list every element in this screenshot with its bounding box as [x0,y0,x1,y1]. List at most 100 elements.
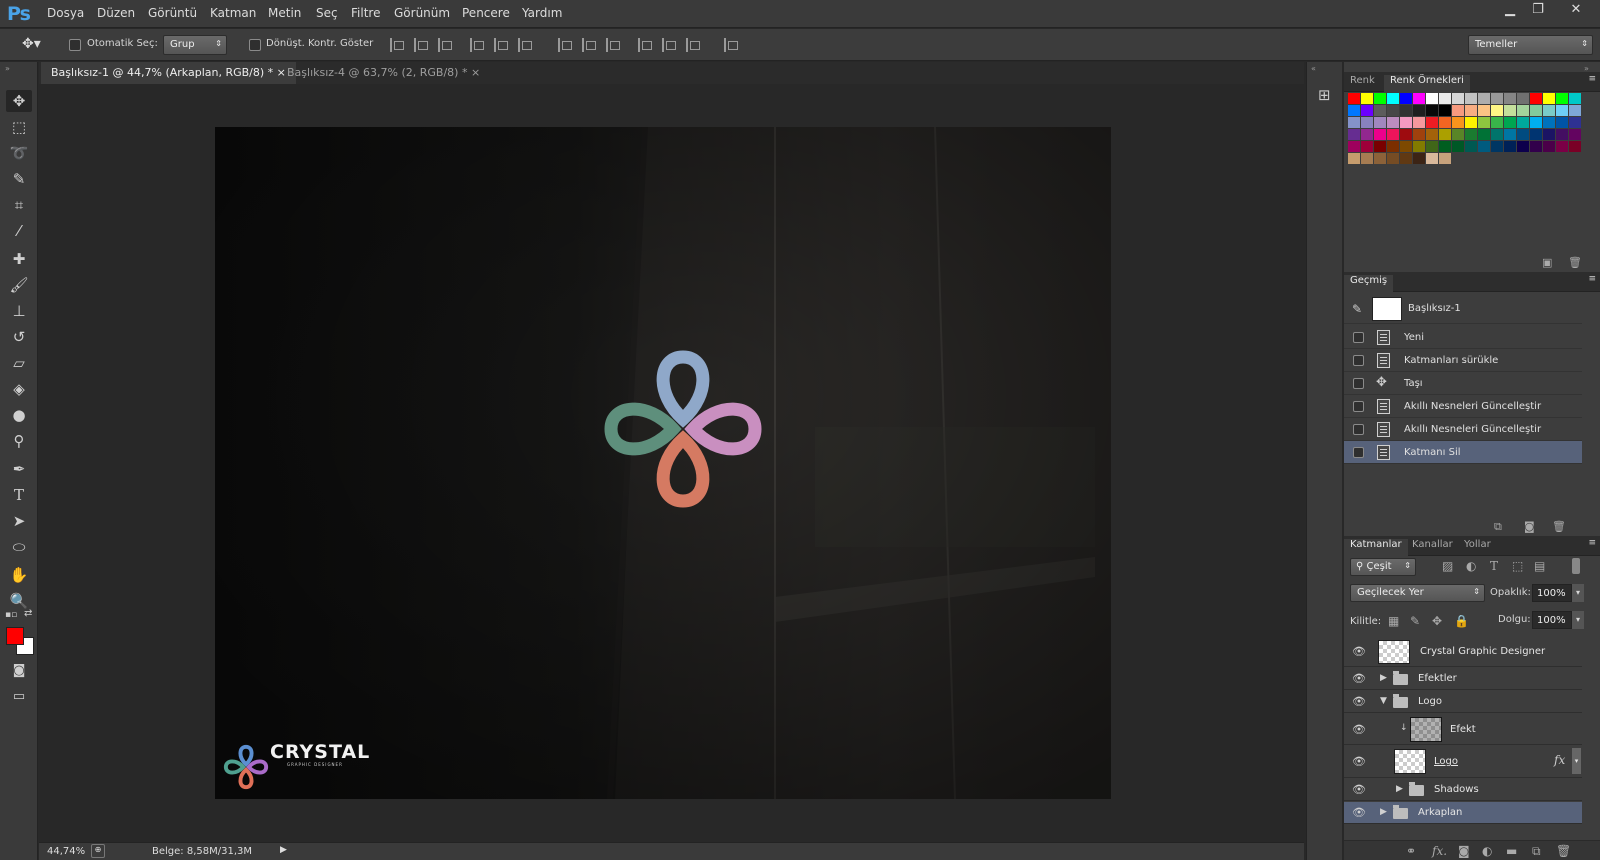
color-swatch[interactable] [1374,105,1386,116]
color-swatch[interactable] [1348,129,1360,140]
color-swatch[interactable] [1478,129,1490,140]
color-swatch[interactable] [1439,141,1451,152]
filter-toggle[interactable] [1572,558,1580,574]
filter-type-icon[interactable]: T [1490,559,1498,573]
blend-mode-dropdown[interactable]: Geçilecek Yer ⇕ [1350,584,1485,602]
color-swatch[interactable] [1517,93,1529,104]
collapse-triangle-icon[interactable]: ▼ [1380,696,1387,706]
chevron-down-icon[interactable]: ▾ [1572,611,1584,629]
color-swatch[interactable] [1556,93,1568,104]
color-swatch[interactable] [1348,105,1360,116]
color-swatch[interactable] [1426,141,1438,152]
color-swatch[interactable] [1491,93,1503,104]
tab-renk[interactable]: Renk [1344,75,1381,86]
color-swatch[interactable] [1439,117,1451,128]
color-swatch[interactable] [1452,93,1464,104]
color-swatch[interactable] [1530,117,1542,128]
color-swatch[interactable] [1452,141,1464,152]
properties-panel-icon[interactable]: ⊞ [1318,86,1331,104]
menu-yardim[interactable]: Yardım [522,6,562,20]
new-document-from-state-icon[interactable]: ⧉ [1494,520,1502,534]
expand-triangle-icon[interactable]: ▶ [1396,784,1403,794]
adjustment-layer-icon[interactable]: ◐ [1482,844,1492,858]
color-swatch[interactable] [1491,129,1503,140]
dodge-tool-icon[interactable]: ⚲ [6,430,32,452]
color-swatch[interactable] [1478,117,1490,128]
color-swatch[interactable] [1543,129,1555,140]
filter-adjustment-icon[interactable]: ◐ [1466,559,1476,573]
distribute-right-icon[interactable] [686,38,700,52]
fill-input[interactable]: 100% [1532,611,1572,629]
eye-icon[interactable]: 👁 [1352,672,1368,685]
history-item[interactable]: Akıllı Nesneleri Güncelleştir [1344,418,1582,441]
color-swatch[interactable] [1387,93,1399,104]
quick-mask-icon[interactable]: ◙ [6,660,32,682]
eye-icon[interactable]: 👁 [1352,783,1368,796]
panel-menu-icon[interactable]: ≡ [1588,274,1596,284]
color-swatch[interactable] [1543,141,1555,152]
color-swatch[interactable] [1400,129,1412,140]
history-checkbox[interactable] [1353,424,1364,435]
status-menu-arrow-icon[interactable]: ▶ [280,845,287,855]
color-swatch[interactable] [1413,141,1425,152]
collapse-icon[interactable]: » [5,64,10,73]
chevron-down-icon[interactable]: ▾ [1572,584,1584,602]
color-swatch[interactable] [1569,129,1581,140]
color-swatch[interactable] [1400,141,1412,152]
color-swatch[interactable] [1348,117,1360,128]
color-swatch[interactable] [1569,117,1581,128]
color-swatch[interactable] [1569,105,1581,116]
align-left-icon[interactable] [470,38,484,52]
menu-sec[interactable]: Seç [316,6,338,20]
eye-icon[interactable]: 👁 [1352,645,1368,658]
color-swatch[interactable] [1569,93,1581,104]
color-swatch[interactable] [1556,129,1568,140]
eyedropper-tool-icon[interactable]: ⁄ [6,220,32,242]
healing-brush-tool-icon[interactable]: ✚ [6,248,32,270]
layer-group-row-selected[interactable]: 👁 ▶ Arkaplan [1344,802,1582,824]
color-swatch[interactable] [1348,93,1360,104]
color-swatch[interactable] [1413,129,1425,140]
menu-katman[interactable]: Katman [210,6,256,20]
color-swatch[interactable] [1517,141,1529,152]
lock-position-icon[interactable]: ✥ [1432,614,1442,628]
history-checkbox[interactable] [1353,332,1364,343]
history-item[interactable]: Yeni [1344,326,1582,349]
history-item[interactable]: Katmanları sürükle [1344,349,1582,372]
color-swatch[interactable] [1374,153,1386,164]
color-swatch[interactable] [1400,105,1412,116]
color-swatch[interactable] [1478,105,1490,116]
color-swatch[interactable] [1556,117,1568,128]
color-swatch[interactable] [1517,105,1529,116]
ellipse-tool-icon[interactable]: ⬭ [6,536,32,558]
color-swatch[interactable] [1426,117,1438,128]
workspace-dropdown[interactable]: Temeller ⇕ [1468,35,1593,55]
color-swatch[interactable] [1413,105,1425,116]
quick-select-tool-icon[interactable]: ✎ [6,168,32,190]
history-item[interactable]: Akıllı Nesneleri Güncelleştir [1344,395,1582,418]
color-swatch[interactable] [1361,117,1373,128]
filter-smart-object-icon[interactable]: ▤ [1534,559,1545,573]
color-swatch[interactable] [1361,93,1373,104]
menu-filtre[interactable]: Filtre [351,6,380,20]
default-colors-icon[interactable]: ▪▫ [5,610,17,620]
add-mask-icon[interactable]: ◙ [1458,844,1470,858]
color-swatch[interactable] [1426,153,1438,164]
history-checkbox[interactable] [1353,447,1364,458]
color-swatch[interactable] [1543,117,1555,128]
color-swatch[interactable] [1348,141,1360,152]
lock-all-icon[interactable]: 🔒 [1454,614,1469,628]
distribute-hcenter-icon[interactable] [662,38,676,52]
history-brush-tool-icon[interactable]: ↺ [6,326,32,348]
hand-tool-icon[interactable]: ✋ [6,564,32,586]
filter-pixel-icon[interactable]: ▨ [1442,559,1453,573]
color-swatch[interactable] [1426,93,1438,104]
path-select-tool-icon[interactable]: ➤ [6,510,32,532]
blur-tool-icon[interactable]: ● [6,404,32,426]
color-swatch[interactable] [1556,141,1568,152]
color-swatch[interactable] [1504,105,1516,116]
distribute-left-icon[interactable] [638,38,652,52]
fx-icon[interactable]: fx [1554,753,1565,767]
new-group-icon[interactable]: ▬ [1506,844,1517,858]
menu-gorunum[interactable]: Görünüm [394,6,450,20]
